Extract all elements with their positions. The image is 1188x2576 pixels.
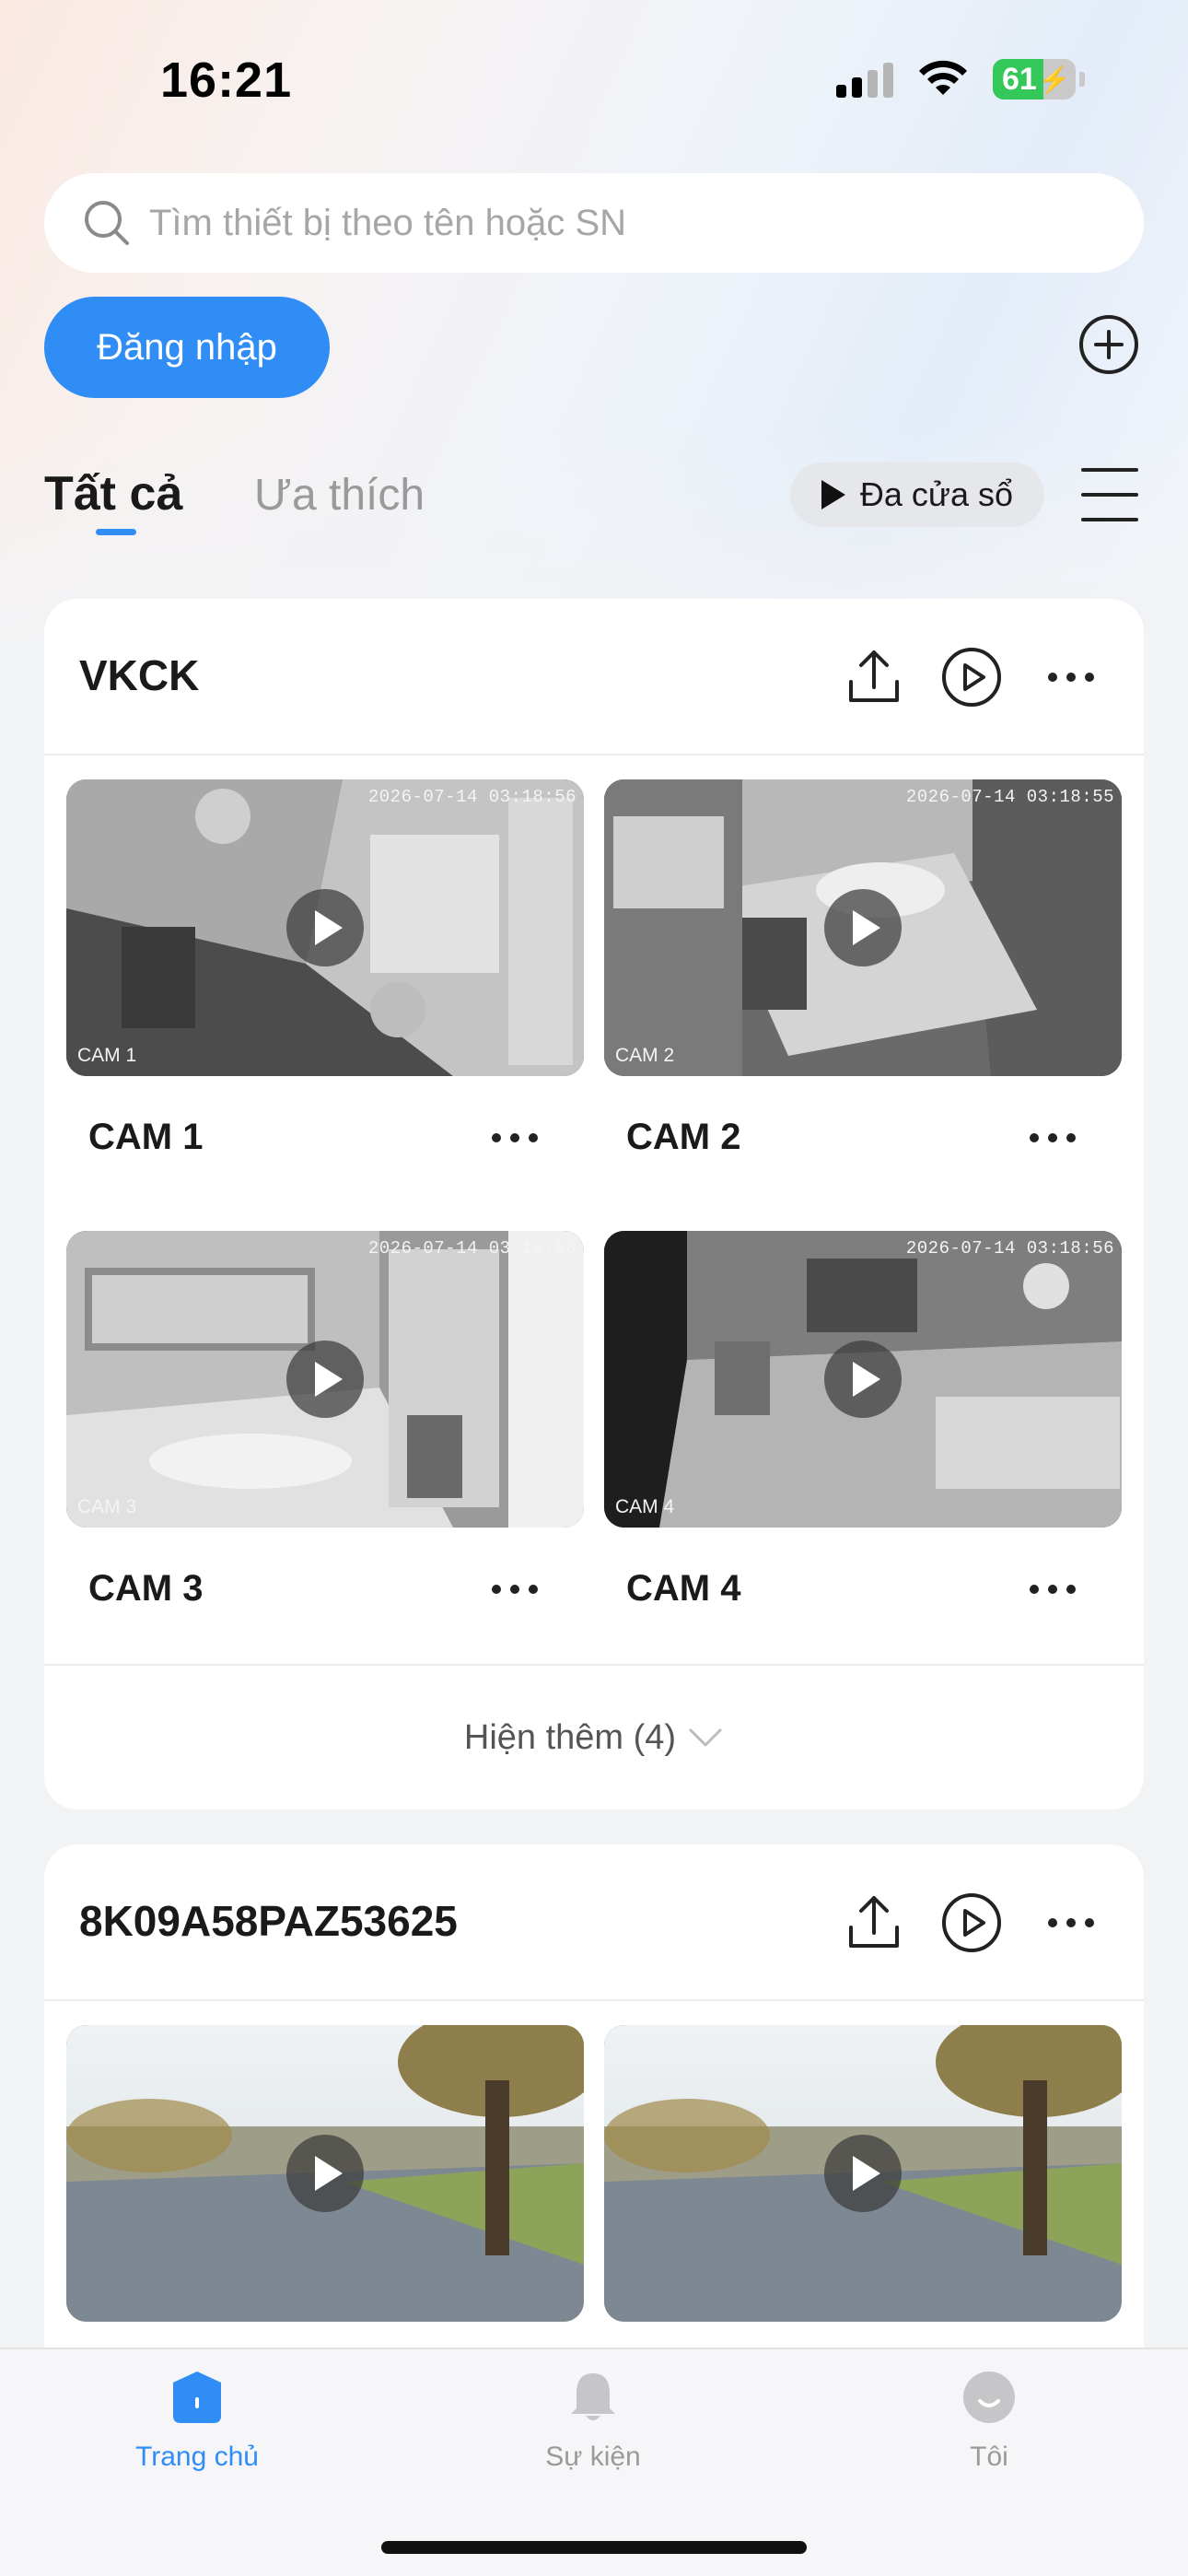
camera-thumbnail[interactable] — [66, 2025, 584, 2322]
camera-thumbnail[interactable]: 2026-07-14 03:18:56 CAM 4 — [604, 1231, 1122, 1528]
nav-home-label: Trang chủ — [135, 2441, 259, 2472]
search-icon — [85, 201, 129, 245]
hamburger-menu-icon[interactable] — [1081, 468, 1138, 521]
nav-home[interactable]: Trang chủ — [87, 2368, 308, 2473]
cellular-signal-icon — [836, 61, 893, 98]
play-icon[interactable] — [824, 2135, 902, 2212]
camera-name: CAM 3 — [88, 1568, 204, 1609]
camera-timestamp: 2026-07-14 03:18:56 — [367, 1238, 577, 1259]
upload-icon[interactable] — [842, 645, 906, 709]
profile-icon — [963, 2371, 1015, 2423]
more-dots-icon[interactable] — [1048, 1918, 1094, 1927]
show-more-button[interactable]: Hiện thêm (4) — [44, 1664, 1144, 1809]
multi-window-button[interactable]: Đa cửa sổ — [790, 463, 1044, 527]
battery-level: 61 — [1002, 61, 1037, 97]
play-icon — [821, 480, 845, 509]
camera-tile[interactable]: 2026-07-14 03:18:56 CAM 1 CAM 1 — [66, 779, 584, 1157]
status-time: 16:21 — [160, 53, 293, 108]
device-card-header: 8K09A58PAZ53625 — [44, 1844, 1144, 2001]
play-icon[interactable] — [824, 889, 902, 966]
tab-active-indicator — [96, 529, 136, 535]
play-icon[interactable] — [824, 1341, 902, 1418]
search-bar[interactable] — [44, 173, 1144, 273]
camera-thumbnail[interactable]: 2026-07-14 03:18:56 CAM 3 — [66, 1231, 584, 1528]
camera-overlay-label: CAM 2 — [615, 1045, 675, 1066]
home-icon — [173, 2371, 221, 2423]
wifi-icon — [919, 60, 967, 95]
bell-icon — [571, 2373, 615, 2420]
chevron-down-icon — [689, 1728, 722, 1747]
camera-name: CAM 2 — [626, 1117, 741, 1157]
camera-tile[interactable] — [604, 2025, 1122, 2322]
camera-overlay-label: CAM 1 — [77, 1045, 137, 1066]
device-card-header: VKCK — [44, 599, 1144, 755]
upload-icon[interactable] — [842, 1891, 906, 1955]
play-icon[interactable] — [286, 889, 364, 966]
multi-window-label: Đa cửa sổ — [859, 475, 1014, 513]
camera-overlay-label: CAM 3 — [77, 1496, 137, 1517]
camera-tile[interactable]: 2026-07-14 03:18:56 CAM 3 CAM 3 — [66, 1231, 584, 1609]
camera-tile[interactable]: 2026-07-14 03:18:56 CAM 4 CAM 4 — [604, 1231, 1122, 1609]
camera-name: CAM 4 — [626, 1568, 741, 1609]
more-dots-icon[interactable] — [492, 1133, 538, 1142]
camera-name: CAM 1 — [88, 1117, 204, 1157]
camera-thumbnail[interactable]: 2026-07-14 03:18:55 CAM 2 — [604, 779, 1122, 1076]
device-name: VKCK — [79, 651, 200, 699]
play-circle-icon[interactable] — [939, 1891, 1004, 1955]
tab-favorites[interactable]: Ưa thích — [254, 470, 425, 521]
camera-timestamp: 2026-07-14 03:18:55 — [905, 787, 1114, 807]
show-more-label: Hiện thêm (4) — [463, 1717, 677, 1757]
camera-tile[interactable]: 2026-07-14 03:18:55 CAM 2 CAM 2 — [604, 779, 1122, 1157]
home-indicator — [381, 2541, 807, 2554]
battery-icon: 61 ⚡ — [993, 59, 1076, 100]
nav-events[interactable]: Sự kiện — [483, 2368, 704, 2473]
more-dots-icon[interactable] — [1030, 1585, 1076, 1594]
more-dots-icon[interactable] — [1048, 673, 1094, 682]
camera-thumbnail[interactable] — [604, 2025, 1122, 2322]
more-dots-icon[interactable] — [492, 1585, 538, 1594]
camera-timestamp: 2026-07-14 03:18:56 — [905, 1238, 1114, 1259]
camera-thumbnail[interactable]: 2026-07-14 03:18:56 CAM 1 — [66, 779, 584, 1076]
nav-me[interactable]: Tôi — [879, 2368, 1100, 2473]
camera-timestamp: 2026-07-14 03:18:56 — [367, 787, 577, 807]
login-button[interactable]: Đăng nhập — [44, 297, 330, 398]
more-dots-icon[interactable] — [1030, 1133, 1076, 1142]
tab-all[interactable]: Tất cả — [44, 466, 182, 521]
search-input[interactable] — [149, 202, 1070, 244]
play-circle-icon[interactable] — [939, 645, 1004, 709]
device-name: 8K09A58PAZ53625 — [79, 1897, 458, 1945]
play-icon[interactable] — [286, 1341, 364, 1418]
nav-events-label: Sự kiện — [545, 2441, 641, 2472]
nav-me-label: Tôi — [970, 2441, 1008, 2472]
device-card: VKCK 2026-07-14 03:18:56 CAM 1 CAM 1 202… — [44, 599, 1144, 1809]
play-icon[interactable] — [286, 2135, 364, 2212]
status-icons: 61 ⚡ — [836, 57, 1085, 101]
add-circle-icon[interactable] — [1077, 313, 1140, 376]
camera-overlay-label: CAM 4 — [615, 1496, 675, 1517]
camera-tile[interactable] — [66, 2025, 584, 2322]
